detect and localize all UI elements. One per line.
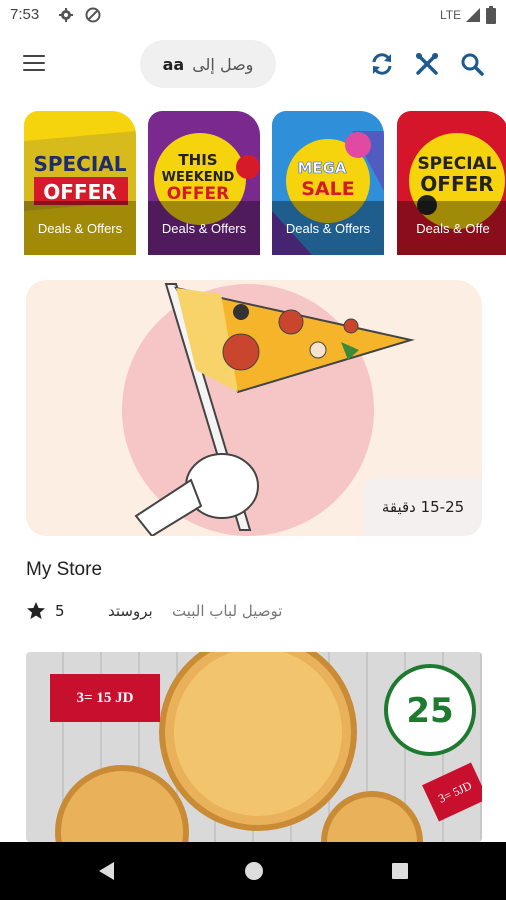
svg-text:WEEKEND: WEEKEND	[162, 170, 235, 185]
signal-icon	[466, 8, 480, 22]
offers-carousel[interactable]: SPECIAL OFFER Deals & Offers THIS WEEKEN…	[24, 111, 506, 257]
store-name[interactable]: My Store	[26, 559, 102, 581]
banner-caption: Deals & Offers	[148, 201, 260, 255]
offer-banner[interactable]: SPECIAL OFFER Deals & Offe	[397, 111, 506, 255]
offer-banner[interactable]: THIS WEEKEND OFFER Deals & Offers	[148, 111, 260, 255]
banner-caption: Deals & Offers	[272, 201, 384, 255]
svg-text:MEGA: MEGA	[297, 159, 346, 177]
status-time: 7:53	[10, 6, 40, 23]
banner-caption: Deals & Offers	[24, 201, 136, 255]
banner-caption: Deals & Offe	[397, 201, 506, 255]
store-meta: 5 بروستد توصيل لباب البيت	[26, 600, 326, 628]
store-service-tag: توصيل لباب البيت	[172, 602, 283, 620]
network-label: LTE	[440, 8, 462, 22]
home-icon[interactable]	[243, 860, 265, 882]
battery-icon	[486, 6, 496, 24]
store-image[interactable]: 15-25 دقيقة	[26, 280, 482, 536]
svg-text:25: 25	[406, 691, 453, 731]
search-icon[interactable]	[458, 50, 486, 78]
app-bar: aa وصل إلى	[0, 34, 506, 94]
recents-icon[interactable]	[389, 860, 411, 882]
tools-icon[interactable]	[413, 50, 441, 78]
back-icon[interactable]	[96, 860, 118, 882]
refresh-icon[interactable]	[368, 50, 396, 78]
status-bar: 7:53 LTE	[0, 0, 506, 30]
svg-text:SALE: SALE	[301, 178, 354, 200]
svg-text:SPECIAL: SPECIAL	[33, 152, 126, 176]
system-nav-bar	[0, 842, 506, 900]
svg-text:THIS: THIS	[178, 151, 217, 169]
data-saver-icon	[85, 7, 101, 23]
delivery-location-selector[interactable]: aa وصل إلى	[140, 40, 276, 88]
svg-text:OFFER: OFFER	[420, 172, 493, 196]
store-category: بروستد	[108, 602, 153, 620]
delivery-time-badge: 15-25 دقيقة	[364, 478, 482, 536]
star-icon	[27, 602, 45, 619]
settings-icon	[59, 8, 73, 22]
promo-price-tag: 3= 15 JD	[50, 674, 160, 722]
store-image[interactable]: 25 3= 15 JD 3= 5JD	[26, 652, 482, 842]
menu-button[interactable]	[20, 48, 50, 78]
offer-banner[interactable]: SPECIAL OFFER Deals & Offers	[24, 111, 136, 255]
svg-text:SPECIAL: SPECIAL	[417, 154, 496, 174]
delivery-location: aa	[162, 54, 185, 74]
store-rating: 5	[55, 602, 65, 620]
deliver-to-label: وصل إلى	[192, 54, 254, 74]
offer-banner[interactable]: MEGA SALE Deals & Offers	[272, 111, 384, 255]
